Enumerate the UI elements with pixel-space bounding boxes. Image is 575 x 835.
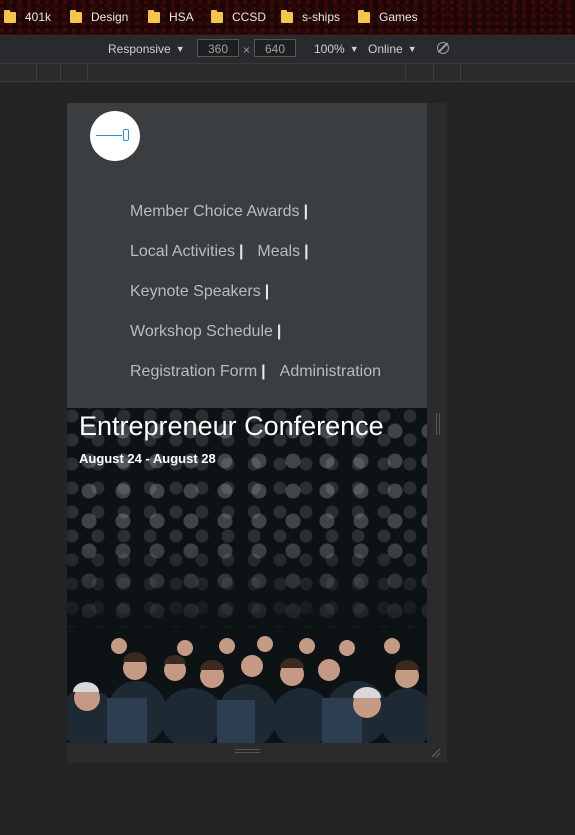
logo-line (96, 135, 122, 136)
site-logo[interactable] (90, 111, 140, 161)
nav-local-activities[interactable]: Local Activities (130, 243, 235, 260)
nav-meals[interactable]: Meals (257, 243, 300, 260)
ruler-tick (460, 64, 461, 81)
height-input[interactable]: 640 (254, 39, 296, 57)
nav-separator: | (276, 323, 282, 340)
bookmark-design[interactable]: Design (70, 9, 128, 25)
hero-title: Entrepreneur Conference (79, 411, 384, 441)
device-mode-dropdown[interactable]: Responsive ▼ (108, 42, 185, 56)
bookmark-hsa[interactable]: HSA (148, 9, 194, 25)
bookmark-label: s-ships (302, 10, 341, 24)
device-mode-label: Responsive (108, 42, 171, 56)
nav-separator: | (303, 203, 309, 220)
rotate-icon[interactable] (437, 42, 449, 54)
nav-separator: | (261, 363, 266, 380)
ruler-tick (433, 64, 434, 81)
nav-registration-form[interactable]: Registration Form (130, 363, 257, 380)
emulated-page: Member Choice Awards | Local Activities | M… (67, 103, 427, 743)
zoom-dropdown[interactable]: 100% ▼ (314, 42, 359, 56)
network-throttle-dropdown[interactable]: Online ▼ (368, 42, 417, 56)
nav-workshop-schedule[interactable]: Workshop Schedule (130, 323, 273, 340)
media-query-ruler[interactable] (0, 64, 575, 82)
bookmark-label: HSA (169, 10, 194, 24)
nav-separator: | (304, 243, 309, 260)
folder-icon (70, 9, 82, 23)
folder-icon (4, 9, 16, 23)
caret-down-icon: ▼ (175, 44, 185, 54)
person-icon (123, 129, 129, 141)
folder-icon (211, 9, 223, 23)
zoom-label: 100% (314, 42, 345, 56)
nav-keynote-speakers[interactable]: Keynote Speakers (130, 283, 261, 300)
caret-down-icon: ▼ (407, 44, 417, 54)
network-label: Online (368, 42, 403, 56)
bookmark-ccsd[interactable]: CCSD (211, 9, 266, 25)
device-toolbar: Responsive ▼ 360 × 640 100% ▼ Online ▼ (0, 35, 575, 64)
ruler-tick (87, 64, 88, 81)
width-input[interactable]: 360 (197, 39, 239, 57)
viewport-resize-handle-bottom[interactable] (235, 749, 260, 753)
nav-member-choice-awards[interactable]: Member Choice Awards (130, 203, 300, 220)
bookmarks-bar: 401k Design HSA CCSD s-ships Games (0, 0, 575, 35)
bookmark-label: Design (91, 10, 129, 24)
caret-down-icon: ▼ (349, 44, 359, 54)
viewport-resize-handle-right[interactable] (436, 413, 440, 435)
ruler-tick (36, 64, 37, 81)
nav-separator: | (238, 243, 244, 260)
hero-dates: August 24 - August 28 (79, 451, 216, 466)
dimension-separator: × (243, 43, 251, 57)
ruler-tick (60, 64, 61, 81)
bookmark-games[interactable]: Games (358, 9, 418, 25)
folder-icon (148, 9, 160, 23)
resize-corner-icon[interactable] (431, 748, 441, 758)
nav-separator: | (264, 283, 270, 300)
logo-mark (96, 127, 134, 145)
ruler-tick (405, 64, 406, 81)
bookmark-label: CCSD (232, 10, 267, 24)
bookmark-s-ships[interactable]: s-ships (281, 9, 340, 25)
bookmark-label: Games (379, 10, 418, 24)
bookmark-label: 401k (25, 10, 52, 24)
folder-icon (358, 9, 370, 23)
folder-icon (281, 9, 293, 23)
nav-administration[interactable]: Administration (280, 363, 381, 380)
bookmark-401k[interactable]: 401k (4, 9, 51, 25)
hero-banner: Entrepreneur Conference August 24 - Augu… (67, 408, 427, 743)
